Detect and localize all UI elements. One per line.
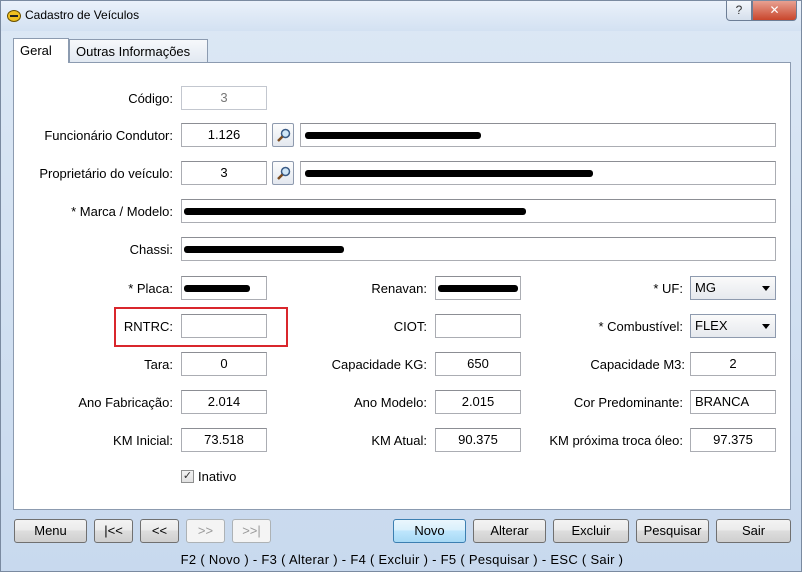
placa-label: * Placa: xyxy=(128,281,173,296)
funcionario-name-field[interactable] xyxy=(300,123,776,147)
next-record-button[interactable]: >> xyxy=(186,519,225,543)
cor-predominante-label: Cor Predominante: xyxy=(573,395,683,410)
km-troca-oleo-label: KM próxima troca óleo: xyxy=(549,433,683,448)
redacted-text xyxy=(184,285,250,292)
pesquisar-button[interactable]: Pesquisar xyxy=(636,519,709,543)
combustivel-select[interactable]: FLEX xyxy=(690,314,776,338)
rntrc-highlight-box xyxy=(114,307,288,347)
uf-select[interactable]: MG xyxy=(690,276,776,300)
ano-modelo-label: Ano Modelo: xyxy=(354,395,427,410)
previous-record-button[interactable]: << xyxy=(140,519,179,543)
funcionario-code-field[interactable]: 1.126 xyxy=(181,123,267,147)
help-button[interactable]: ? xyxy=(726,1,752,21)
excluir-button[interactable]: Excluir xyxy=(553,519,629,543)
proprietario-name-field[interactable] xyxy=(300,161,776,185)
ano-fabricacao-label: Ano Fabricação: xyxy=(78,395,173,410)
km-inicial-field[interactable]: 73.518 xyxy=(181,428,267,452)
menu-button[interactable]: Menu xyxy=(14,519,87,543)
sair-button[interactable]: Sair xyxy=(716,519,791,543)
ciot-field[interactable] xyxy=(435,314,521,338)
proprietario-code-field[interactable]: 3 xyxy=(181,161,267,185)
alterar-button[interactable]: Alterar xyxy=(473,519,546,543)
capacidade-m3-field[interactable]: 2 xyxy=(690,352,776,376)
km-inicial-label: KM Inicial: xyxy=(113,433,173,448)
redacted-text xyxy=(305,132,481,139)
window-title: Cadastro de Veículos xyxy=(25,8,140,22)
codigo-field: 3 xyxy=(181,86,267,110)
proprietario-search-button[interactable] xyxy=(272,161,294,185)
tab-outras-informacoes[interactable]: Outras Informações xyxy=(69,39,208,63)
renavan-field[interactable] xyxy=(435,276,521,300)
marca-modelo-label: * Marca / Modelo: xyxy=(71,204,173,219)
inativo-checkbox[interactable]: ✓ xyxy=(181,470,194,483)
proprietario-label: Proprietário do veículo: xyxy=(39,166,173,181)
capacidade-m3-label: Capacidade M3: xyxy=(590,357,685,372)
ciot-label: CIOT: xyxy=(393,319,427,334)
renavan-label: Renavan: xyxy=(371,281,427,296)
magnifier-icon xyxy=(277,128,291,142)
chassi-label: Chassi: xyxy=(129,242,173,257)
tab-geral[interactable]: Geral xyxy=(13,38,69,63)
title-bar: Cadastro de Veículos ? ✕ xyxy=(1,1,801,31)
cor-predominante-field[interactable]: BRANCA xyxy=(690,390,776,414)
capacidade-kg-field[interactable]: 650 xyxy=(435,352,521,376)
last-record-button[interactable]: >>| xyxy=(232,519,271,543)
magnifier-icon xyxy=(277,166,291,180)
redacted-text xyxy=(438,285,518,292)
redacted-text xyxy=(305,170,593,177)
funcionario-label: Funcionário Condutor: xyxy=(44,128,173,143)
uf-label: * UF: xyxy=(653,281,683,296)
chassi-field[interactable] xyxy=(181,237,776,261)
km-atual-label: KM Atual: xyxy=(371,433,427,448)
inativo-label[interactable]: Inativo xyxy=(198,469,236,484)
combustivel-value: FLEX xyxy=(695,318,728,333)
tara-label: Tara: xyxy=(144,357,173,372)
dropdown-arrow-icon xyxy=(762,286,770,291)
close-button[interactable]: ✕ xyxy=(752,1,797,21)
placa-field[interactable] xyxy=(181,276,267,300)
ano-fabricacao-field[interactable]: 2.014 xyxy=(181,390,267,414)
keyboard-shortcuts-bar: F2 ( Novo ) - F3 ( Alterar ) - F4 ( Excl… xyxy=(180,552,624,567)
ano-modelo-field[interactable]: 2.015 xyxy=(435,390,521,414)
funcionario-search-button[interactable] xyxy=(272,123,294,147)
km-troca-oleo-field[interactable]: 97.375 xyxy=(690,428,776,452)
km-atual-field[interactable]: 90.375 xyxy=(435,428,521,452)
dropdown-arrow-icon xyxy=(762,324,770,329)
app-icon xyxy=(7,10,21,22)
combustivel-label: * Combustível: xyxy=(598,319,683,334)
tara-field[interactable]: 0 xyxy=(181,352,267,376)
uf-value: MG xyxy=(695,280,716,295)
marca-modelo-field[interactable] xyxy=(181,199,776,223)
redacted-text xyxy=(184,246,344,253)
first-record-button[interactable]: |<< xyxy=(94,519,133,543)
cadastro-veiculos-window: Cadastro de Veículos ? ✕ Geral Outras In… xyxy=(0,0,802,572)
capacidade-kg-label: Capacidade KG: xyxy=(331,357,427,372)
redacted-text xyxy=(184,208,526,215)
novo-button[interactable]: Novo xyxy=(393,519,466,543)
codigo-label: Código: xyxy=(128,91,173,106)
